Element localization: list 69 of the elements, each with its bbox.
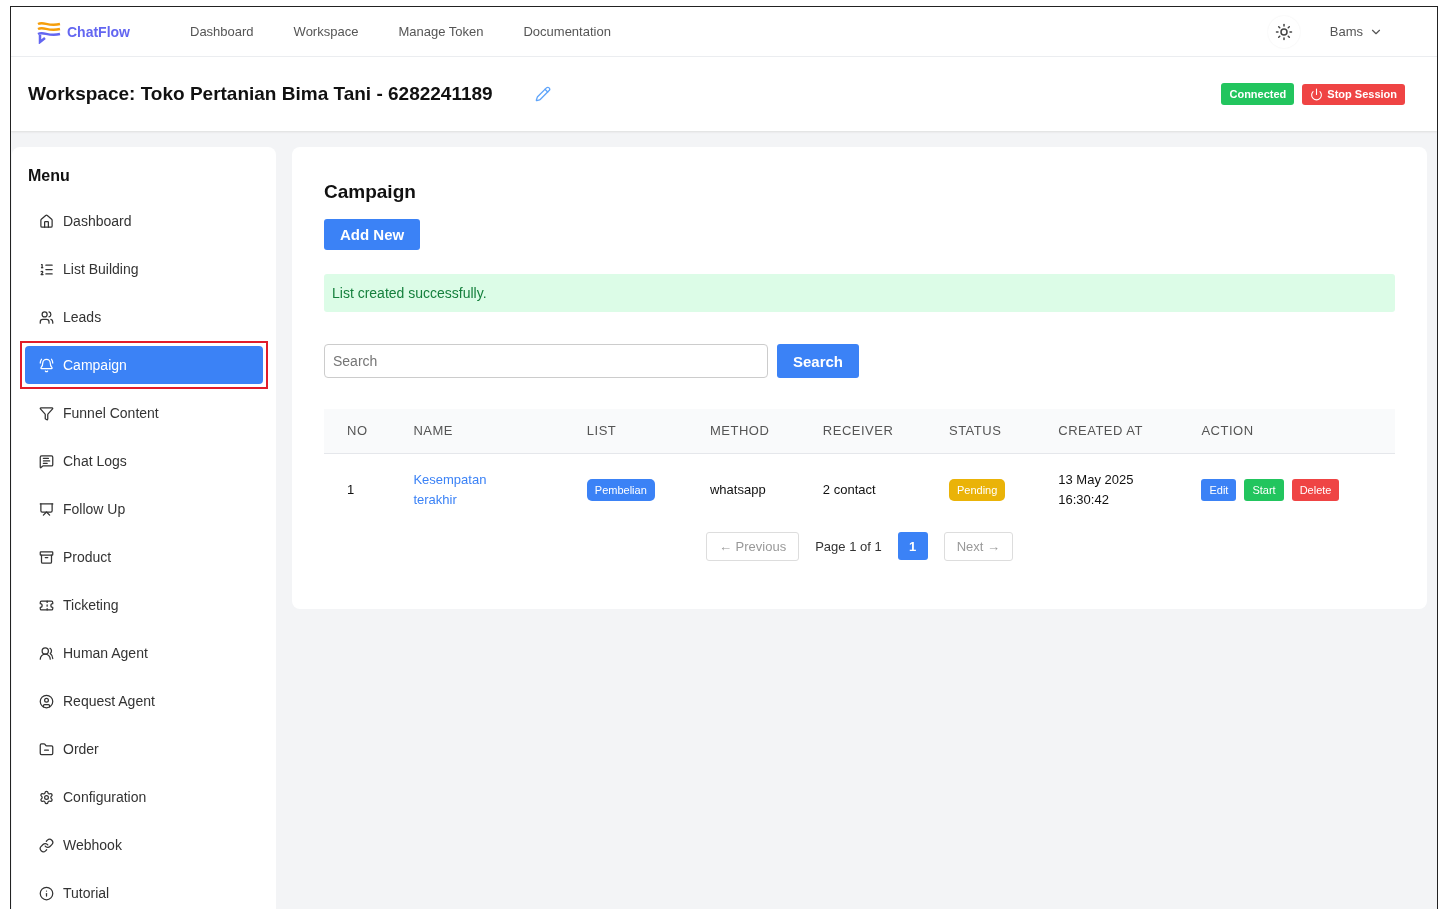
column-header: ACTION <box>1178 409 1395 453</box>
page-button[interactable]: 1 <box>897 532 928 560</box>
sidebar-item[interactable]: Follow Up <box>25 490 263 528</box>
column-header: LIST <box>563 409 687 453</box>
column-header: NO <box>324 409 391 453</box>
sidebar-item[interactable]: Product <box>25 538 263 576</box>
table-cell: 1 <box>324 453 391 526</box>
date-text: 16:30:42 <box>1058 490 1110 509</box>
list-icon <box>39 261 54 277</box>
date-text: 13 May 2025 <box>1058 470 1135 489</box>
add-new-button[interactable]: Add New <box>324 219 421 250</box>
info-icon <box>39 885 54 901</box>
nav-link[interactable]: Documentation <box>523 24 611 39</box>
sidebar-item[interactable]: Configuration <box>25 778 263 816</box>
house-icon <box>39 213 54 229</box>
link-icon <box>39 837 54 853</box>
sidebar-item[interactable]: Webhook <box>25 826 263 864</box>
table-cell: 2 contact <box>799 453 926 526</box>
sidebar-item[interactable]: Tutorial <box>25 874 263 909</box>
archive-icon <box>39 549 54 565</box>
ticket-icon <box>39 597 54 613</box>
stop-session-button[interactable]: Stop Session <box>1302 83 1405 105</box>
sidebar-item[interactable]: Request Agent <box>25 682 263 720</box>
search-button[interactable]: Search <box>777 344 860 378</box>
users-icon <box>39 645 54 661</box>
column-header: CREATED AT <box>1035 409 1179 453</box>
sidebar-item[interactable]: Ticketing <box>25 586 263 624</box>
delete-button[interactable]: Delete <box>1291 478 1340 501</box>
sidebar-item[interactable]: Chat Logs <box>25 442 263 480</box>
column-header: RECEIVER <box>799 409 926 453</box>
column-header: NAME <box>390 409 564 453</box>
campaign-name-link[interactable]: Kesempatan terakhir <box>413 469 524 510</box>
workspace-title: Workspace: Toko Pertanian Bima Tani - 6282241189 <box>28 83 493 105</box>
edit-button[interactable]: Edit <box>1201 478 1237 501</box>
page-info: Page 1 of 1 <box>815 538 882 554</box>
sidebar-item[interactable]: Order <box>25 730 263 768</box>
sidebar-item[interactable]: Funnel Content <box>25 394 263 432</box>
list-tag: Pembelian <box>586 478 655 501</box>
sidebar-item[interactable]: List Building <box>25 250 263 288</box>
presentation-icon <box>39 501 54 517</box>
users-icon <box>39 309 54 325</box>
nav-link[interactable]: Workspace <box>293 24 359 39</box>
sidebar-item[interactable]: Dashboard <box>25 202 263 240</box>
search-field[interactable]: Search <box>324 344 768 378</box>
sidebar-item[interactable]: Human Agent <box>25 634 263 672</box>
power-icon <box>1310 87 1324 101</box>
user-circle-icon <box>39 693 54 709</box>
column-header: METHOD <box>687 409 800 453</box>
bell-icon <box>39 357 54 373</box>
table-cell: whatsapp <box>687 453 800 526</box>
nav-link[interactable]: Dashboard <box>190 24 254 39</box>
sidebar-item[interactable]: Campaign <box>25 346 263 384</box>
folder-icon <box>39 741 54 757</box>
menu-title: Menu <box>28 167 71 185</box>
filter-icon <box>39 405 54 421</box>
column-header: STATUS <box>925 409 1036 453</box>
logo-icon <box>35 19 63 44</box>
sidebar-item[interactable]: Leads <box>25 298 263 336</box>
connection-status-badge: Connected <box>1221 83 1295 105</box>
pencil-icon[interactable] <box>534 86 551 102</box>
page-title: Campaign <box>324 181 416 203</box>
brand-name[interactable]: ChatFlow <box>67 23 130 40</box>
status-badge: Pending <box>948 478 1006 501</box>
nav-link[interactable]: Manage Token <box>398 24 484 39</box>
success-alert: List created successfully. <box>324 274 1395 312</box>
chat-icon <box>39 453 54 469</box>
user-menu-button[interactable]: Bams <box>1323 23 1389 40</box>
settings-icon <box>39 789 54 805</box>
sun-icon <box>1274 22 1293 41</box>
